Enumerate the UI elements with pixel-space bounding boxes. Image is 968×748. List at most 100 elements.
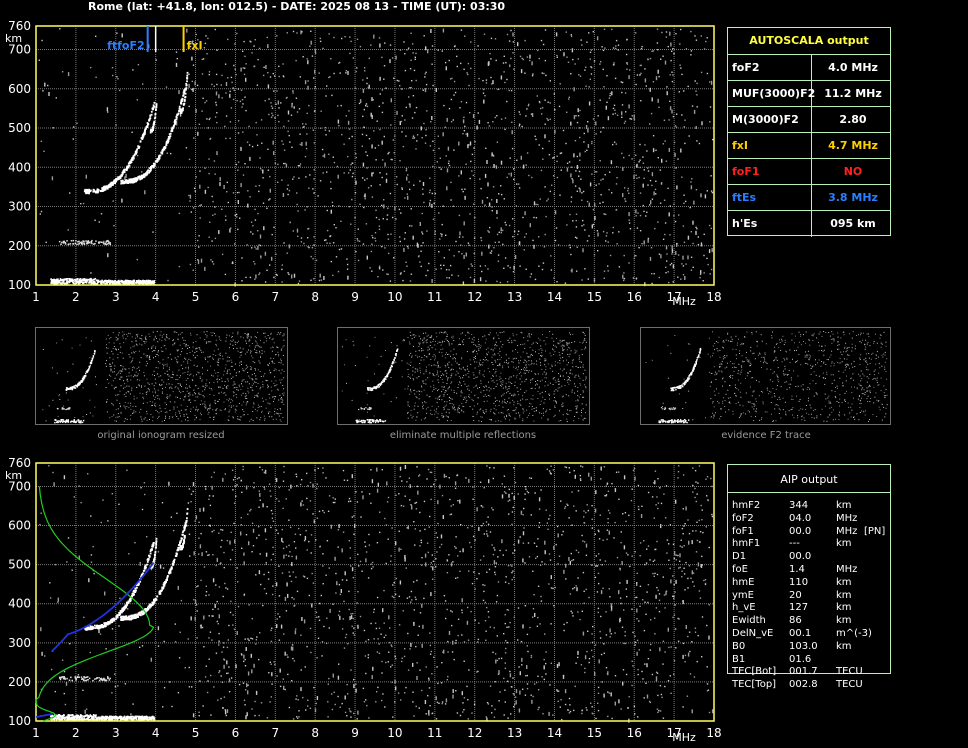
noise-dot — [378, 225, 381, 227]
thumbnail-dot — [207, 341, 209, 343]
thumbnail-dot — [525, 390, 527, 392]
noise-dot — [602, 49, 605, 52]
noise-dot — [639, 192, 642, 194]
thumbnail-dot — [437, 370, 438, 372]
noise-dot — [364, 198, 366, 200]
e-trace-dot — [62, 278, 65, 281]
noise-dot — [530, 273, 533, 275]
noise-dot — [301, 31, 303, 33]
noise-dot — [692, 220, 694, 225]
noise-dot — [543, 72, 545, 75]
noise-dot — [615, 143, 617, 145]
thumbnail-dot — [411, 417, 413, 419]
thumbnail-dot — [432, 356, 434, 358]
noise-dot — [579, 109, 581, 112]
f2-trace-dot — [134, 150, 137, 153]
thumbnail-dot — [260, 355, 261, 357]
thumbnail-dot — [539, 404, 541, 405]
thumbnail-dot — [213, 350, 215, 352]
thumbnail-dot — [486, 389, 488, 391]
thumbnail-dot — [176, 332, 178, 333]
thumbnail-dot — [121, 370, 123, 372]
noise-dot — [504, 257, 507, 259]
noise-dot — [660, 254, 662, 259]
thumbnail-dot — [259, 346, 261, 348]
thumbnail-dot — [484, 386, 485, 388]
thumbnail-dot — [112, 358, 114, 360]
thumbnail-dot — [246, 402, 248, 404]
thumbnail-dot — [149, 356, 151, 358]
thumbnail-dot — [112, 353, 114, 355]
f2-trace-dot — [181, 98, 184, 100]
noise-dot — [406, 193, 408, 195]
noise-dot — [572, 220, 574, 222]
thumbnail-dot — [126, 385, 128, 387]
thumbnail-dot — [175, 412, 177, 414]
thumbnail-dot — [158, 412, 160, 414]
thumbnail-dot — [413, 334, 415, 336]
e-trace-dot — [76, 278, 79, 280]
noise-dot — [547, 198, 549, 200]
noise-dot — [491, 199, 493, 201]
thumbnail-dot — [130, 402, 132, 404]
noise-dot — [451, 274, 453, 276]
e-trace-dot — [121, 281, 123, 284]
noise-dot — [364, 193, 366, 198]
noise-dot — [599, 160, 601, 162]
thumbnail-dot — [515, 376, 517, 378]
thumbnail-dot — [230, 402, 232, 404]
thumbnail-dot — [263, 351, 265, 353]
noise-dot — [351, 198, 353, 201]
thumbnail-dot — [126, 406, 128, 408]
thumbnail-dot — [114, 365, 116, 367]
thumbnail-dot — [206, 336, 208, 338]
thumbnail-dot — [563, 339, 565, 341]
thumbnail-dot — [218, 336, 220, 338]
thumbnail-dot — [515, 407, 517, 409]
noise-dot — [269, 188, 271, 193]
thumbnail-dot — [277, 332, 279, 334]
thumbnail-dot — [133, 345, 135, 347]
noise-dot — [411, 225, 413, 227]
thumbnail-dot — [213, 419, 215, 420]
noise-dot — [272, 114, 274, 117]
thumbnail-dot — [159, 398, 160, 400]
noise-dot — [588, 32, 590, 34]
thumbnail-dot — [519, 378, 521, 380]
noise-dot — [167, 279, 169, 282]
noise-dot — [556, 54, 558, 57]
noise-dot — [378, 37, 381, 39]
thumbnail-dot — [133, 398, 135, 400]
noise-dot — [687, 255, 689, 260]
noise-dot — [315, 259, 318, 262]
thumbnail-dot — [178, 369, 180, 371]
noise-dot — [672, 264, 675, 269]
noise-dot — [483, 99, 485, 104]
x-tick-label: 2 — [72, 290, 80, 304]
thumbnail-dot — [279, 408, 281, 409]
y-tick-label: 100 — [8, 278, 31, 292]
thumbnail-e-dot — [82, 419, 85, 422]
noise-dot — [296, 32, 298, 34]
noise-dot — [481, 199, 484, 204]
es-trace-dot — [85, 240, 87, 242]
noise-dot — [498, 193, 500, 195]
noise-dot — [310, 40, 312, 45]
noise-dot — [490, 58, 492, 60]
noise-dot — [359, 203, 361, 205]
thumbnail-dot — [194, 357, 196, 359]
noise-dot — [268, 199, 270, 201]
thumbnail-dot — [209, 405, 211, 407]
noise-dot — [354, 217, 356, 219]
thumbnail-dot — [189, 398, 191, 400]
thumbnail-dot — [199, 377, 201, 379]
noise-dot — [304, 155, 307, 158]
f2-trace-dot — [115, 179, 118, 181]
thumbnail-dot — [490, 408, 492, 410]
noise-dot — [98, 221, 100, 223]
thumbnail-dot — [419, 344, 421, 346]
thumbnail-dot — [239, 352, 241, 353]
noise-dot — [518, 241, 521, 246]
thumbnail-dot — [520, 399, 521, 401]
thumbnail-dot — [179, 375, 181, 377]
